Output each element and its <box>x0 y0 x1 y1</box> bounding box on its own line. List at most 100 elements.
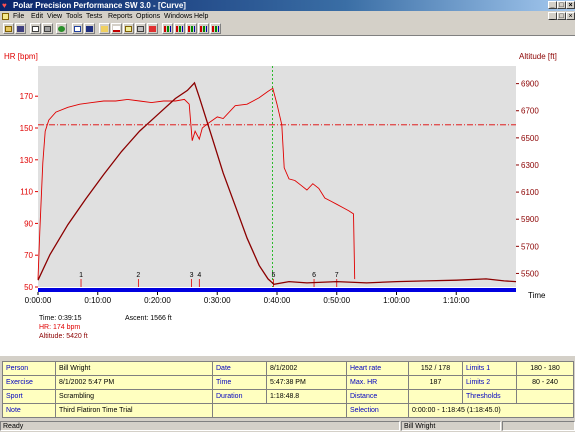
copy-button[interactable] <box>30 23 41 34</box>
lap-marker-label: 1 <box>79 272 83 279</box>
table-row: Note Third Flatiron Time Trial Selection… <box>2 403 574 418</box>
lap-marker-label: 5 <box>271 272 275 279</box>
note-value[interactable]: Third Flatiron Time Trial <box>55 403 213 418</box>
time-value[interactable]: 5:47:38 PM <box>266 375 347 390</box>
status-user: Bill Wright <box>401 421 501 431</box>
altitude-tick-label: 5900 <box>521 215 539 224</box>
lap-marker-label: 2 <box>136 272 140 279</box>
time-tick-label: 0:00:00 <box>25 296 52 305</box>
doc-close-icon[interactable]: × <box>566 12 575 20</box>
lap-marker-label: 3 <box>190 272 194 279</box>
altitude-tick-label: 6500 <box>521 134 539 143</box>
table-icon <box>137 25 144 32</box>
close-icon[interactable]: × <box>566 1 575 9</box>
menu-file[interactable]: File <box>13 11 24 22</box>
report-button-5[interactable] <box>210 23 221 34</box>
time-tick-label: 0:20:00 <box>144 296 171 305</box>
folder-icon <box>101 25 108 32</box>
thresholds-value[interactable] <box>516 389 574 404</box>
bar-chart-icon <box>164 25 171 32</box>
cursor-altitude: Altitude: 5420 ft <box>39 333 88 340</box>
note-label: Note <box>2 403 56 418</box>
altitude-axis-label: Altitude [ft] <box>519 52 557 61</box>
menu-options[interactable]: Options <box>136 11 160 22</box>
time-tick-label: 0:10:00 <box>84 296 111 305</box>
sport-label: Sport <box>2 389 56 404</box>
folder-button[interactable] <box>99 23 110 34</box>
time-tick-label: 1:10:00 <box>443 296 470 305</box>
limits2-value[interactable]: 80 - 240 <box>516 375 574 390</box>
save-button[interactable] <box>15 23 26 34</box>
report-button-4[interactable] <box>198 23 209 34</box>
limits1-label: Limits 1 <box>462 361 517 376</box>
print-button[interactable] <box>42 23 53 34</box>
open-icon <box>5 25 12 32</box>
save-icon <box>17 25 24 32</box>
altitude-tick-label: 6100 <box>521 188 539 197</box>
menu-tests[interactable]: Tests <box>86 11 102 22</box>
bar-chart-icon <box>176 25 183 32</box>
chart-button[interactable] <box>111 23 122 34</box>
globe-icon <box>58 25 65 32</box>
sport-value[interactable]: Scrambling <box>55 389 213 404</box>
selection-label: Selection <box>346 403 409 418</box>
menu-view[interactable]: View <box>47 11 62 22</box>
max-hr-label: Max. HR <box>346 375 409 390</box>
selection-bar <box>38 288 516 292</box>
date-label: Date <box>212 361 267 376</box>
menu-help[interactable]: Help <box>194 11 208 22</box>
altitude-tick-label: 5700 <box>521 242 539 251</box>
doc-minimize-icon[interactable]: _ <box>548 12 557 20</box>
menu-windows[interactable]: Windows <box>164 11 192 22</box>
selection-value[interactable]: 0:00:00 - 1:18:45 (1:18:45.0) <box>408 403 574 418</box>
hr-axis-label: HR [bpm] <box>4 52 38 61</box>
limits1-value[interactable]: 180 - 180 <box>516 361 574 376</box>
book-button[interactable] <box>84 23 95 34</box>
exercise-info-table: Person Bill Wright Date 8/1/2002 Heart r… <box>2 361 574 418</box>
person-value[interactable]: Bill Wright <box>55 361 213 376</box>
date-value[interactable]: 8/1/2002 <box>266 361 347 376</box>
altitude-tick-label: 6900 <box>521 80 539 89</box>
document-icon[interactable] <box>2 13 9 20</box>
cursor-ascent: Ascent: 1566 ft <box>125 315 172 322</box>
report-button-3[interactable] <box>186 23 197 34</box>
delete-button[interactable] <box>147 23 158 34</box>
menu-edit[interactable]: Edit <box>31 11 43 22</box>
globe-button[interactable] <box>56 23 67 34</box>
time-tick-label: 0:30:00 <box>204 296 231 305</box>
plot-background <box>38 66 516 287</box>
limits2-label: Limits 2 <box>462 375 517 390</box>
bar-chart-icon <box>188 25 195 32</box>
calendar-icon <box>74 25 81 32</box>
notes-button[interactable] <box>123 23 134 34</box>
lap-marker-label: 7 <box>335 272 339 279</box>
curve-chart[interactable]: HR [bpm] Altitude [ft]Time507090110130150… <box>0 36 575 356</box>
table-button[interactable] <box>135 23 146 34</box>
time-axis-label: Time <box>528 291 546 300</box>
exercise-value[interactable]: 8/1/2002 5:47 PM <box>55 375 213 390</box>
max-hr-value[interactable]: 187 <box>408 375 463 390</box>
report-button-1[interactable] <box>162 23 173 34</box>
hr-tick-label: 110 <box>20 188 33 197</box>
time-label: Time <box>212 375 267 390</box>
doc-restore-icon[interactable]: □ <box>557 12 566 20</box>
distance-value[interactable] <box>408 389 463 404</box>
duration-value[interactable]: 1:18:48.8 <box>266 389 347 404</box>
maximize-icon[interactable]: □ <box>557 1 566 9</box>
time-tick-label: 1:00:00 <box>383 296 410 305</box>
report-button-2[interactable] <box>174 23 185 34</box>
minimize-icon[interactable]: _ <box>548 1 557 9</box>
copy-icon <box>32 25 39 32</box>
hr-tick-label: 70 <box>24 251 33 260</box>
heart-rate-value[interactable]: 152 / 178 <box>408 361 463 376</box>
delete-icon <box>149 25 156 32</box>
duration-label: Duration <box>212 389 267 404</box>
menu-reports[interactable]: Reports <box>108 11 133 22</box>
open-button[interactable] <box>3 23 14 34</box>
table-row: Exercise 8/1/2002 5:47 PM Time 5:47:38 P… <box>2 375 574 390</box>
menu-tools[interactable]: Tools <box>66 11 82 22</box>
heart-icon: ♥ <box>2 1 7 10</box>
calendar-button[interactable] <box>72 23 83 34</box>
lap-marker-label: 4 <box>197 272 201 279</box>
heart-rate-label: Heart rate <box>346 361 409 376</box>
